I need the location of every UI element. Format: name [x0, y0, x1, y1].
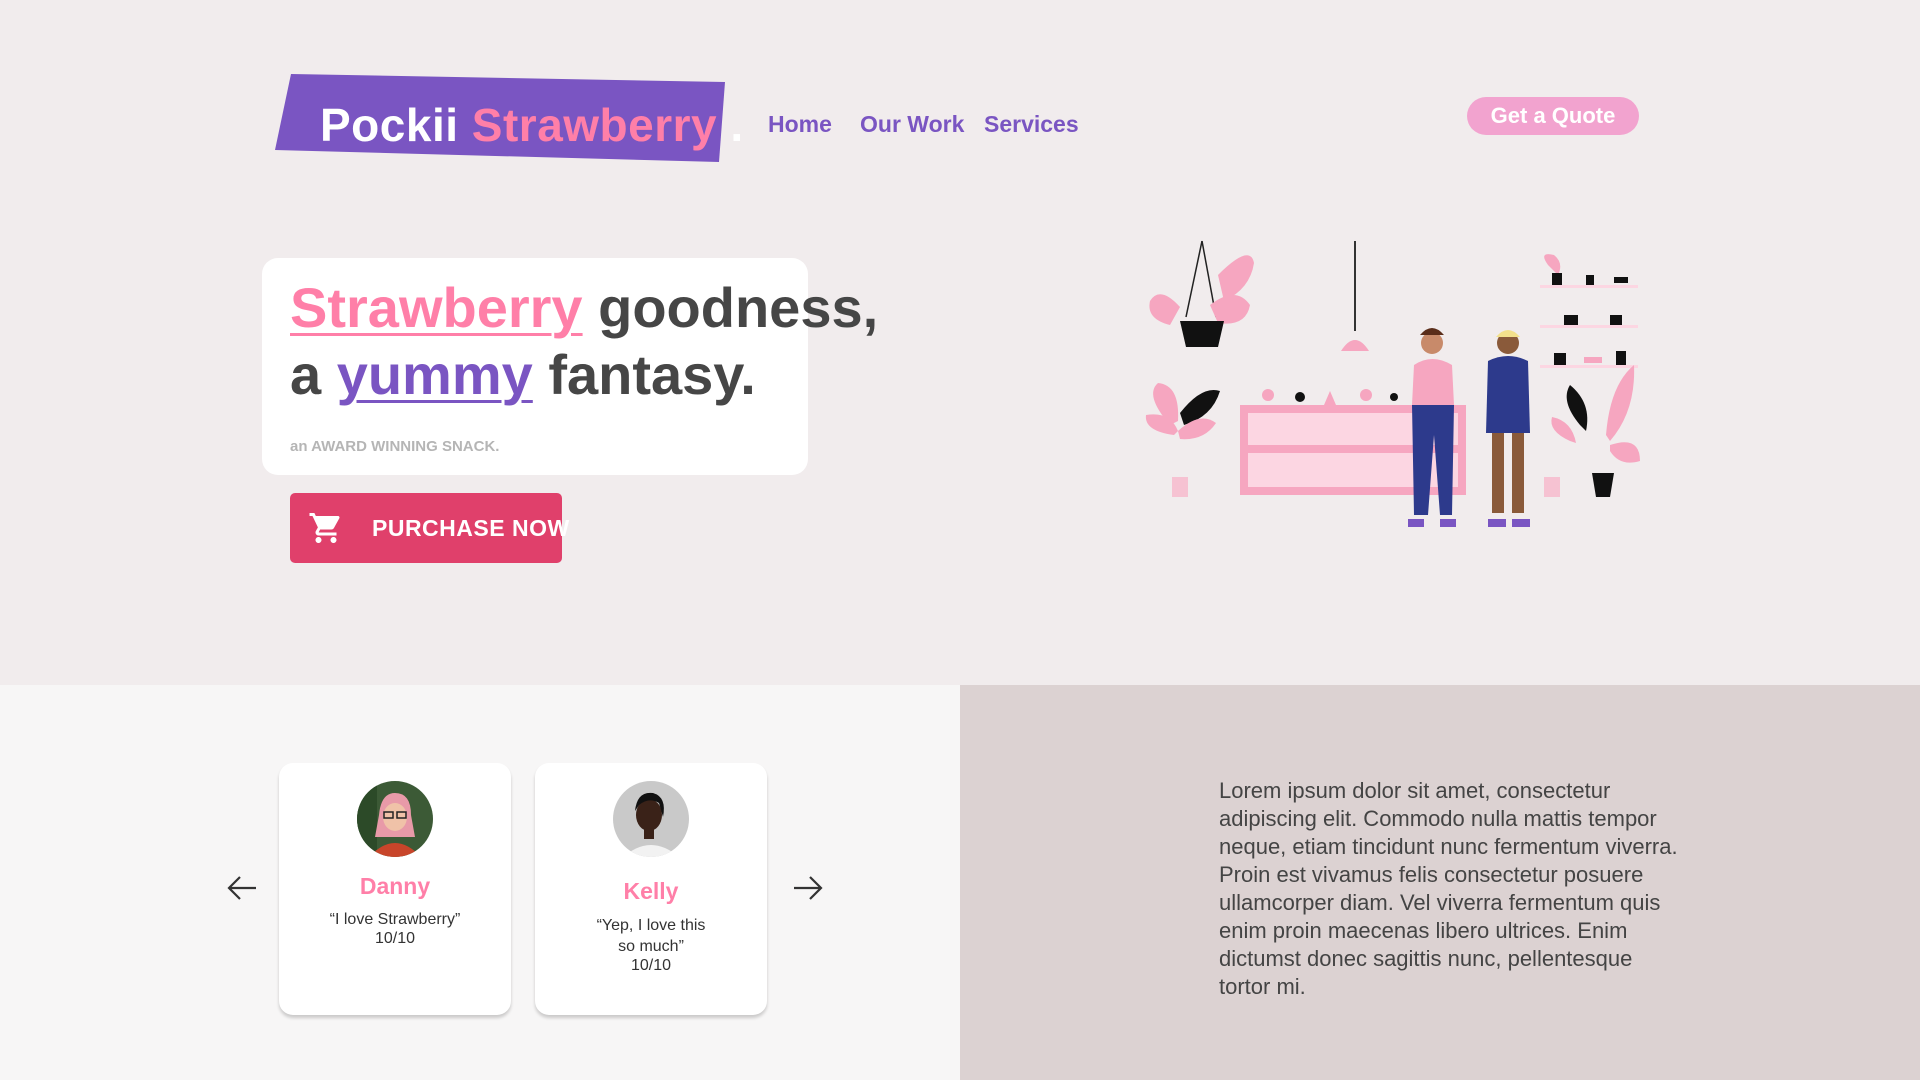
purchase-now-label: PURCHASE NOW [372, 515, 570, 541]
testimonial-score: 10/10 [374, 930, 416, 947]
purchase-now-button[interactable]: PURCHASE NOW [290, 493, 569, 563]
logo-dot: . [730, 99, 744, 151]
testimonial-card: Danny “I love Strawberry” 10/10 [279, 763, 511, 1015]
avatar [357, 781, 433, 857]
get-quote-button[interactable]: Get a Quote [1467, 97, 1639, 135]
plant-right-icon [1544, 365, 1640, 497]
testimonial-quote-line1: “Yep, I love this [596, 917, 706, 934]
hero-text-prefix: a [290, 343, 337, 406]
logo[interactable]: Pockii Strawberry . [320, 98, 744, 152]
hero-highlight-strawberry: Strawberry [290, 276, 583, 339]
hanging-plant-icon [1149, 240, 1254, 347]
shelves-icon [1540, 254, 1638, 368]
avatar [613, 781, 689, 857]
logo-part1: Pockii [320, 99, 459, 151]
hero-headline-line2: a yummy fantasy. [290, 343, 756, 407]
cart-icon [309, 513, 340, 543]
hero-highlight-yummy: yummy [336, 343, 533, 406]
testimonial-quote: “I love Strawberry” [329, 911, 461, 928]
testimonial-card: Kelly “Yep, I love this so much” 10/10 [535, 763, 767, 1015]
testimonial-name: Kelly [623, 878, 679, 904]
person-1-icon [1408, 328, 1456, 527]
nav-services[interactable]: Services [984, 110, 1079, 138]
testimonial-score: 10/10 [630, 957, 672, 974]
testimonial-quote-line2: so much” [618, 938, 684, 955]
person-2-icon [1486, 330, 1530, 527]
arrow-left-icon[interactable] [224, 870, 260, 906]
arrow-right-icon[interactable] [790, 870, 826, 906]
hero-subtitle: an AWARD WINNING SNACK. [290, 438, 500, 455]
testimonial-name: Danny [359, 873, 431, 899]
nav-our-work[interactable]: Our Work [860, 110, 964, 138]
floor-plant-icon [1145, 383, 1220, 497]
logo-part2: Strawberry [471, 99, 718, 151]
hero-text-2: fantasy. [532, 343, 756, 406]
hero-text-1: goodness, [582, 276, 879, 339]
shop-illustration [1145, 240, 1640, 527]
lamp-icon [1341, 241, 1369, 351]
hero-headline-line1: Strawberry goodness, [290, 276, 878, 340]
nav-home[interactable]: Home [768, 110, 832, 138]
about-text: Lorem ipsum dolor sit amet, consectetur … [1219, 778, 1678, 999]
